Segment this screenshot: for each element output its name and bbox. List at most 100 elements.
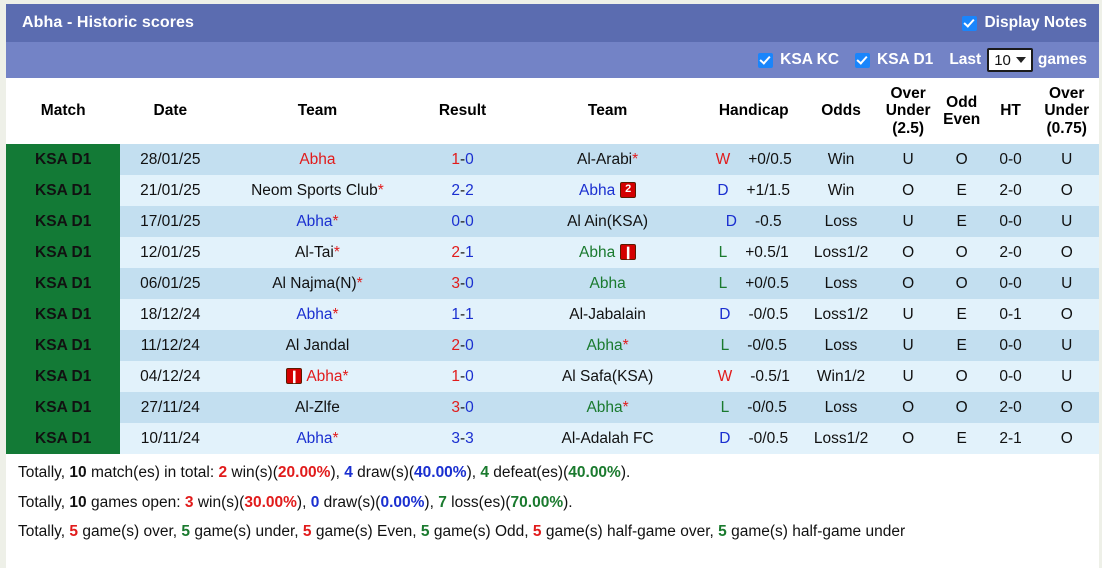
result-score[interactable]: 0-0 xyxy=(414,206,511,237)
col-header-away-team[interactable]: Team xyxy=(510,78,705,144)
match-date: 11/12/24 xyxy=(120,330,221,361)
table-row[interactable]: KSA D1 18/12/24 Abha* 1-1 Al-Jabalain D -0/0.5… xyxy=(6,299,1099,330)
league-badge[interactable]: KSA D1 xyxy=(6,144,121,175)
league-badge[interactable]: KSA D1 xyxy=(6,330,121,361)
result-score[interactable]: 2-1 xyxy=(414,237,511,268)
historic-scores-table: Match Date Team Result Team Handicap Odd… xyxy=(6,78,1099,454)
home-team-cell[interactable]: Al Najma(N)* xyxy=(220,268,415,299)
team-name[interactable]: Al-Adalah FC xyxy=(562,430,654,447)
col-header-odds[interactable]: Odds xyxy=(802,78,880,144)
wdl-and-handicap: D +1/1.5 xyxy=(704,175,803,206)
home-team-cell[interactable]: Al-Zlfe xyxy=(220,392,415,423)
table-row[interactable]: KSA D1 21/01/25 Neom Sports Club* 2-2 Abha 2 D… xyxy=(6,175,1099,206)
team-name[interactable]: Al Safa(KSA) xyxy=(562,368,653,385)
home-team-cell[interactable]: Abha xyxy=(220,144,415,175)
league-badge[interactable]: KSA D1 xyxy=(6,423,121,454)
half-time-score: 0-0 xyxy=(986,144,1035,175)
team-name[interactable]: Abha xyxy=(296,306,332,323)
team-name[interactable]: Al-Tai xyxy=(295,244,334,261)
home-team-cell[interactable]: Neom Sports Club* xyxy=(220,175,415,206)
display-notes-toggle[interactable]: Display Notes xyxy=(962,14,1087,32)
away-team-cell[interactable]: Al Ain(KSA) xyxy=(510,206,705,237)
result-score[interactable]: 1-0 xyxy=(414,361,511,392)
display-notes-checkbox[interactable] xyxy=(962,15,978,31)
col-header-ht[interactable]: HT xyxy=(986,78,1035,144)
team-name[interactable]: Abha xyxy=(299,151,335,168)
home-team-cell[interactable]: Abha* xyxy=(220,299,415,330)
result-score[interactable]: 2-2 xyxy=(414,175,511,206)
league-badge[interactable]: KSA D1 xyxy=(6,361,121,392)
home-team-cell[interactable]: Al Jandal xyxy=(220,330,415,361)
summary-defeats-pct: 40.00% xyxy=(568,464,621,481)
league-badge[interactable]: KSA D1 xyxy=(6,237,121,268)
odds-result: Loss xyxy=(802,330,880,361)
col-header-result[interactable]: Result xyxy=(414,78,511,144)
team-name[interactable]: Abha xyxy=(586,399,622,416)
result-score[interactable]: 2-0 xyxy=(414,330,511,361)
wdl-indicator: D xyxy=(719,429,731,447)
last-games-select[interactable]: 10 xyxy=(987,48,1033,72)
team-name[interactable]: Abha xyxy=(586,337,622,354)
table-row[interactable]: KSA D1 10/11/24 Abha* 3-3 Al-Adalah FC D -0/0.… xyxy=(6,423,1099,454)
table-row[interactable]: KSA D1 28/01/25 Abha 1-0 Al-Arabi* W +0/0.5 Win… xyxy=(6,144,1099,175)
team-name[interactable]: Al-Arabi xyxy=(577,151,632,168)
table-row[interactable]: KSA D1 11/12/24 Al Jandal 2-0 Abha* L -0/0.5 Lo… xyxy=(6,330,1099,361)
result-score[interactable]: 3-0 xyxy=(414,268,511,299)
ksa-kc-checkbox[interactable] xyxy=(758,52,774,68)
away-team-cell[interactable]: Al-Jabalain xyxy=(510,299,705,330)
away-team-cell[interactable]: Abha ❙ xyxy=(510,237,705,268)
col-header-match[interactable]: Match xyxy=(6,78,121,144)
league-badge[interactable]: KSA D1 xyxy=(6,206,121,237)
col-header-odd-even[interactable]: Odd Even xyxy=(936,78,987,144)
team-name[interactable]: Abha xyxy=(296,213,332,230)
table-row[interactable]: KSA D1 06/01/25 Al Najma(N)* 3-0 Abha L +0/0.5… xyxy=(6,268,1099,299)
away-team-cell[interactable]: Abha 2 xyxy=(510,175,705,206)
home-team-cell[interactable]: Abha* xyxy=(220,206,415,237)
team-name[interactable]: Abha xyxy=(579,244,615,261)
odds-result: Loss xyxy=(802,206,880,237)
result-score[interactable]: 1-0 xyxy=(414,144,511,175)
col-header-home-team[interactable]: Team xyxy=(220,78,415,144)
away-team-cell[interactable]: Abha* xyxy=(510,330,705,361)
away-team-cell[interactable]: Al Safa(KSA) xyxy=(510,361,705,392)
team-name[interactable]: Al Ain(KSA) xyxy=(567,213,648,230)
table-row[interactable]: KSA D1 17/01/25 Abha* 0-0 Al Ain(KSA) D -0.5 Lo… xyxy=(6,206,1099,237)
team-name[interactable]: Neom Sports Club xyxy=(251,182,378,199)
league-badge[interactable]: KSA D1 xyxy=(6,175,121,206)
table-row[interactable]: KSA D1 04/12/24 ❙ Abha* 1-0 Al Safa(KSA) W -0.5… xyxy=(6,361,1099,392)
table-row[interactable]: KSA D1 27/11/24 Al-Zlfe 3-0 Abha* L -0/0.5 Loss… xyxy=(6,392,1099,423)
result-score[interactable]: 1-1 xyxy=(414,299,511,330)
team-name[interactable]: Abha xyxy=(589,275,625,292)
col-header-over-under-25[interactable]: Over Under (2.5) xyxy=(879,78,937,144)
away-team-cell[interactable]: Al-Adalah FC xyxy=(510,423,705,454)
table-row[interactable]: KSA D1 12/01/25 Al-Tai* 2-1 Abha ❙ L +0.5/1 Loss… xyxy=(6,237,1099,268)
team-name[interactable]: Abha xyxy=(306,368,342,385)
filter-ksa-kc[interactable]: KSA KC xyxy=(758,51,839,69)
team-name[interactable]: Al-Zlfe xyxy=(295,399,340,416)
home-team-cell[interactable]: Al-Tai* xyxy=(220,237,415,268)
home-team-cell[interactable]: ❙ Abha* xyxy=(220,361,415,392)
league-badge[interactable]: KSA D1 xyxy=(6,268,121,299)
filter-ksa-d1[interactable]: KSA D1 xyxy=(855,51,933,69)
away-team-cell[interactable]: Abha* xyxy=(510,392,705,423)
team-name[interactable]: Al Jandal xyxy=(286,337,350,354)
league-badge[interactable]: KSA D1 xyxy=(6,299,121,330)
handicap-value: +0.5/1 xyxy=(745,243,789,261)
league-badge[interactable]: KSA D1 xyxy=(6,392,121,423)
col-header-handicap[interactable]: Handicap xyxy=(704,78,803,144)
col-header-date[interactable]: Date xyxy=(120,78,221,144)
ksa-d1-checkbox[interactable] xyxy=(855,52,871,68)
result-score[interactable]: 3-0 xyxy=(414,392,511,423)
team-name[interactable]: Al-Jabalain xyxy=(569,306,646,323)
away-team-cell[interactable]: Al-Arabi* xyxy=(510,144,705,175)
odd-even: O xyxy=(936,361,987,392)
home-team-cell[interactable]: Abha* xyxy=(220,423,415,454)
col-header-over-under-075[interactable]: Over Under (0.75) xyxy=(1034,78,1099,144)
result-score[interactable]: 3-3 xyxy=(414,423,511,454)
team-name[interactable]: Abha xyxy=(579,182,615,199)
half-time-score: 0-0 xyxy=(986,330,1035,361)
match-date: 04/12/24 xyxy=(120,361,221,392)
team-name[interactable]: Abha xyxy=(296,430,332,447)
away-team-cell[interactable]: Abha xyxy=(510,268,705,299)
team-name[interactable]: Al Najma(N) xyxy=(272,275,356,292)
